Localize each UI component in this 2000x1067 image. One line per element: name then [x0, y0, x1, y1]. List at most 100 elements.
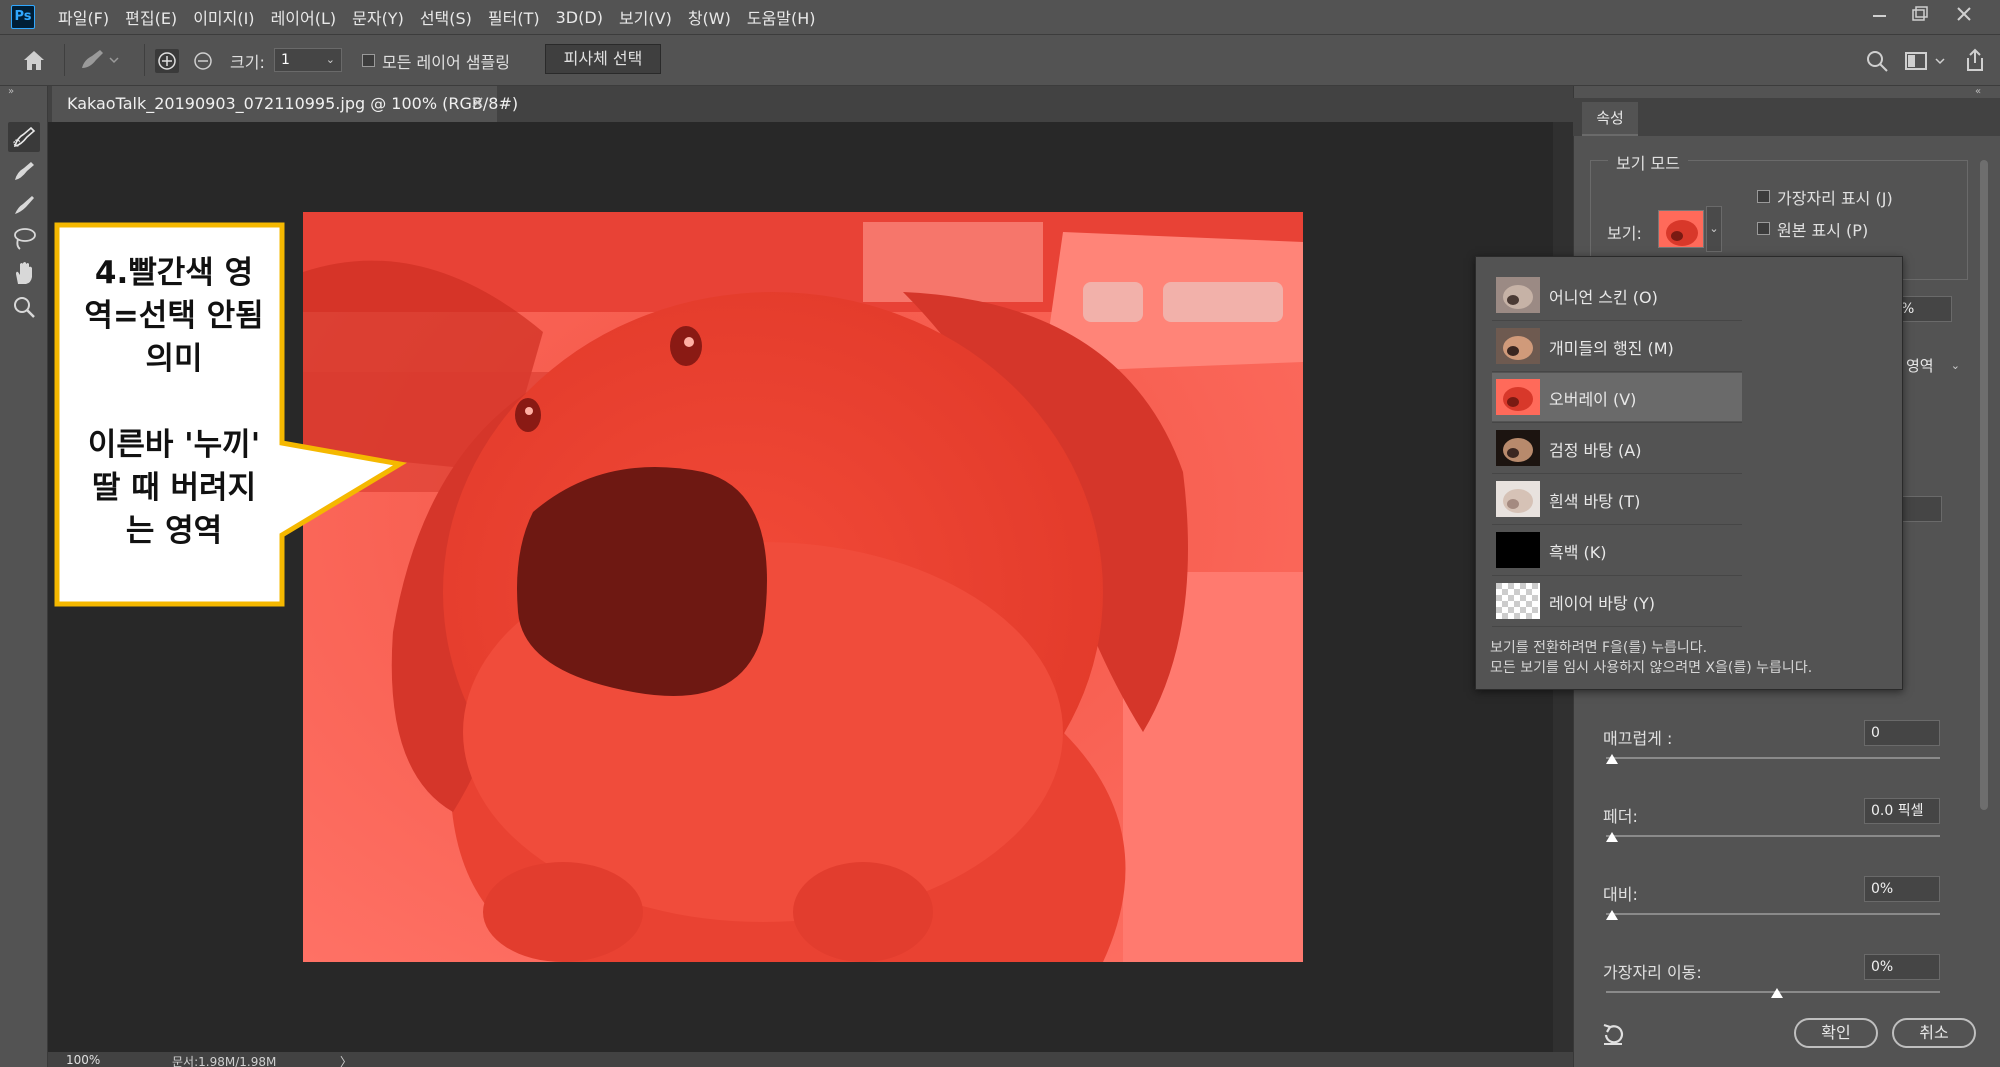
view-mode-thumbnail[interactable]: [1658, 210, 1704, 248]
close-document-icon[interactable]: ×: [470, 92, 485, 113]
size-input[interactable]: 1 ⌄: [274, 48, 342, 72]
shift-edge-label: 가장자리 이동:: [1603, 963, 1702, 982]
sample-all-layers-checkbox[interactable]: [362, 54, 375, 67]
contrast-label: 대비:: [1603, 885, 1638, 904]
feather-slider-thumb[interactable]: [1606, 832, 1618, 842]
menu-file[interactable]: 파일(F): [58, 5, 109, 29]
show-edge-checkbox[interactable]: [1757, 190, 1770, 203]
quick-selection-icon: [82, 50, 119, 68]
zoom-level[interactable]: 100%: [66, 1053, 100, 1067]
search-icon: [1867, 51, 1888, 72]
view-option-marching-ants[interactable]: 개미들의 행진 (M): [1492, 322, 1742, 370]
size-value: 1: [281, 52, 290, 68]
view-label: 보기:: [1607, 224, 1642, 243]
workspace-icon: [1905, 52, 1945, 70]
separator: [1492, 626, 1742, 627]
view-option-on-white[interactable]: 흰색 바탕 (T): [1492, 475, 1742, 523]
output-area-value: 영역: [1906, 357, 1934, 375]
restore-button[interactable]: [1900, 0, 1940, 30]
feather-slider[interactable]: [1606, 835, 1940, 837]
separator: [1492, 473, 1742, 474]
tab-properties[interactable]: 속성: [1582, 102, 1638, 136]
subtract-from-selection-button[interactable]: [190, 48, 216, 78]
properties-scrollbar-thumb[interactable]: [1980, 160, 1988, 810]
tool-preset-picker[interactable]: [76, 46, 120, 78]
view-option-on-layers[interactable]: 레이어 바탕 (Y): [1492, 577, 1742, 625]
brush-tool[interactable]: [8, 190, 40, 220]
photoshop-logo: Ps: [11, 5, 35, 29]
onion-skin-thumb-icon: [1496, 277, 1540, 313]
plush-dog-photo: [303, 212, 1303, 962]
refine-brush-icon: [15, 162, 34, 180]
white-bg-thumb-icon: [1496, 481, 1540, 517]
minimize-button[interactable]: [1860, 0, 1900, 30]
menu-3d[interactable]: 3D(D): [556, 8, 603, 27]
search-button[interactable]: [1864, 48, 1890, 78]
document-title: KakaoTalk_20190903_072110995.jpg @ 100% …: [67, 94, 519, 113]
menu-help[interactable]: 도움말(H): [747, 5, 816, 29]
show-original-checkbox[interactable]: [1757, 222, 1770, 235]
cancel-button[interactable]: 취소: [1892, 1018, 1976, 1048]
show-edge-label: 가장자리 표시 (J): [1777, 189, 1893, 208]
zoom-tool[interactable]: [8, 292, 40, 322]
close-icon: [1957, 7, 1971, 21]
share-icon: [1967, 48, 1983, 71]
home-icon: [24, 51, 44, 70]
view-option-overlay[interactable]: 오버레이 (V): [1492, 373, 1742, 421]
feather-label: 페더:: [1603, 807, 1638, 826]
contrast-input[interactable]: 0%: [1864, 876, 1940, 902]
smooth-slider[interactable]: [1606, 757, 1940, 759]
view-option-label: 개미들의 행진 (M): [1549, 339, 1674, 358]
hand-tool[interactable]: [8, 258, 40, 288]
menu-window[interactable]: 창(W): [688, 5, 731, 29]
shift-edge-slider-thumb[interactable]: [1771, 988, 1783, 998]
separator: [1492, 320, 1742, 321]
add-to-selection-button[interactable]: [154, 48, 180, 78]
quick-selection-tool[interactable]: [8, 122, 40, 152]
minimize-icon: [1873, 15, 1886, 17]
share-button[interactable]: [1962, 46, 1988, 78]
view-option-black-white[interactable]: 흑백 (K): [1492, 526, 1742, 574]
menu-type[interactable]: 문자(Y): [352, 5, 404, 29]
status-bar: [48, 1052, 1573, 1067]
black-bg-thumb-icon: [1496, 430, 1540, 466]
main-menu: 파일(F) 편집(E) 이미지(I) 레이어(L) 문자(Y) 선택(S) 필터…: [58, 0, 832, 34]
view-mode-dropdown-toggle[interactable]: ⌄: [1706, 206, 1722, 252]
menu-select[interactable]: 선택(S): [420, 5, 472, 29]
expand-panel-icon[interactable]: «: [1975, 86, 1981, 97]
refine-edge-brush-tool[interactable]: [8, 156, 40, 186]
overlay-thumb-icon: [1496, 379, 1540, 415]
quick-selection-icon: [13, 126, 36, 147]
status-arrow[interactable]: 〉: [340, 1053, 352, 1067]
lasso-tool[interactable]: [8, 224, 40, 254]
document-image-overlay-view[interactable]: [303, 212, 1303, 962]
contrast-slider-thumb[interactable]: [1606, 910, 1618, 920]
ok-button[interactable]: 확인: [1794, 1018, 1878, 1048]
sample-all-layers-label: 모든 레이어 샘플링: [382, 53, 510, 72]
workspace-button[interactable]: [1904, 48, 1948, 78]
menu-edit[interactable]: 편집(E): [125, 5, 177, 29]
menu-image[interactable]: 이미지(I): [193, 5, 254, 29]
view-option-label: 오버레이 (V): [1549, 390, 1637, 409]
view-option-onion-skin[interactable]: 어니언 스킨 (O): [1492, 271, 1742, 319]
view-option-label: 흰색 바탕 (T): [1549, 492, 1641, 511]
collapse-panel-icon[interactable]: »: [8, 86, 14, 97]
separator: [144, 44, 145, 76]
feather-input[interactable]: 0.0 픽셀: [1864, 798, 1940, 824]
select-subject-button[interactable]: 피사체 선택: [545, 44, 661, 74]
view-option-on-black[interactable]: 검정 바탕 (A): [1492, 424, 1742, 472]
show-original-label: 원본 표시 (P): [1777, 221, 1869, 240]
menu-view[interactable]: 보기(V): [619, 5, 672, 29]
close-window-button[interactable]: [1944, 0, 1984, 30]
home-button[interactable]: [20, 47, 48, 77]
document-size: 문서:1.98M/1.98M: [172, 1055, 277, 1067]
menu-filter[interactable]: 필터(T): [488, 5, 540, 29]
reset-button[interactable]: [1600, 1022, 1626, 1054]
contrast-slider[interactable]: [1606, 913, 1940, 915]
reset-icon: [1603, 1023, 1624, 1045]
smooth-input[interactable]: 0: [1864, 720, 1940, 746]
shift-edge-input[interactable]: 0%: [1864, 954, 1940, 980]
smooth-slider-thumb[interactable]: [1606, 754, 1618, 764]
subtract-from-selection-icon: [194, 52, 212, 70]
menu-layer[interactable]: 레이어(L): [271, 5, 337, 29]
